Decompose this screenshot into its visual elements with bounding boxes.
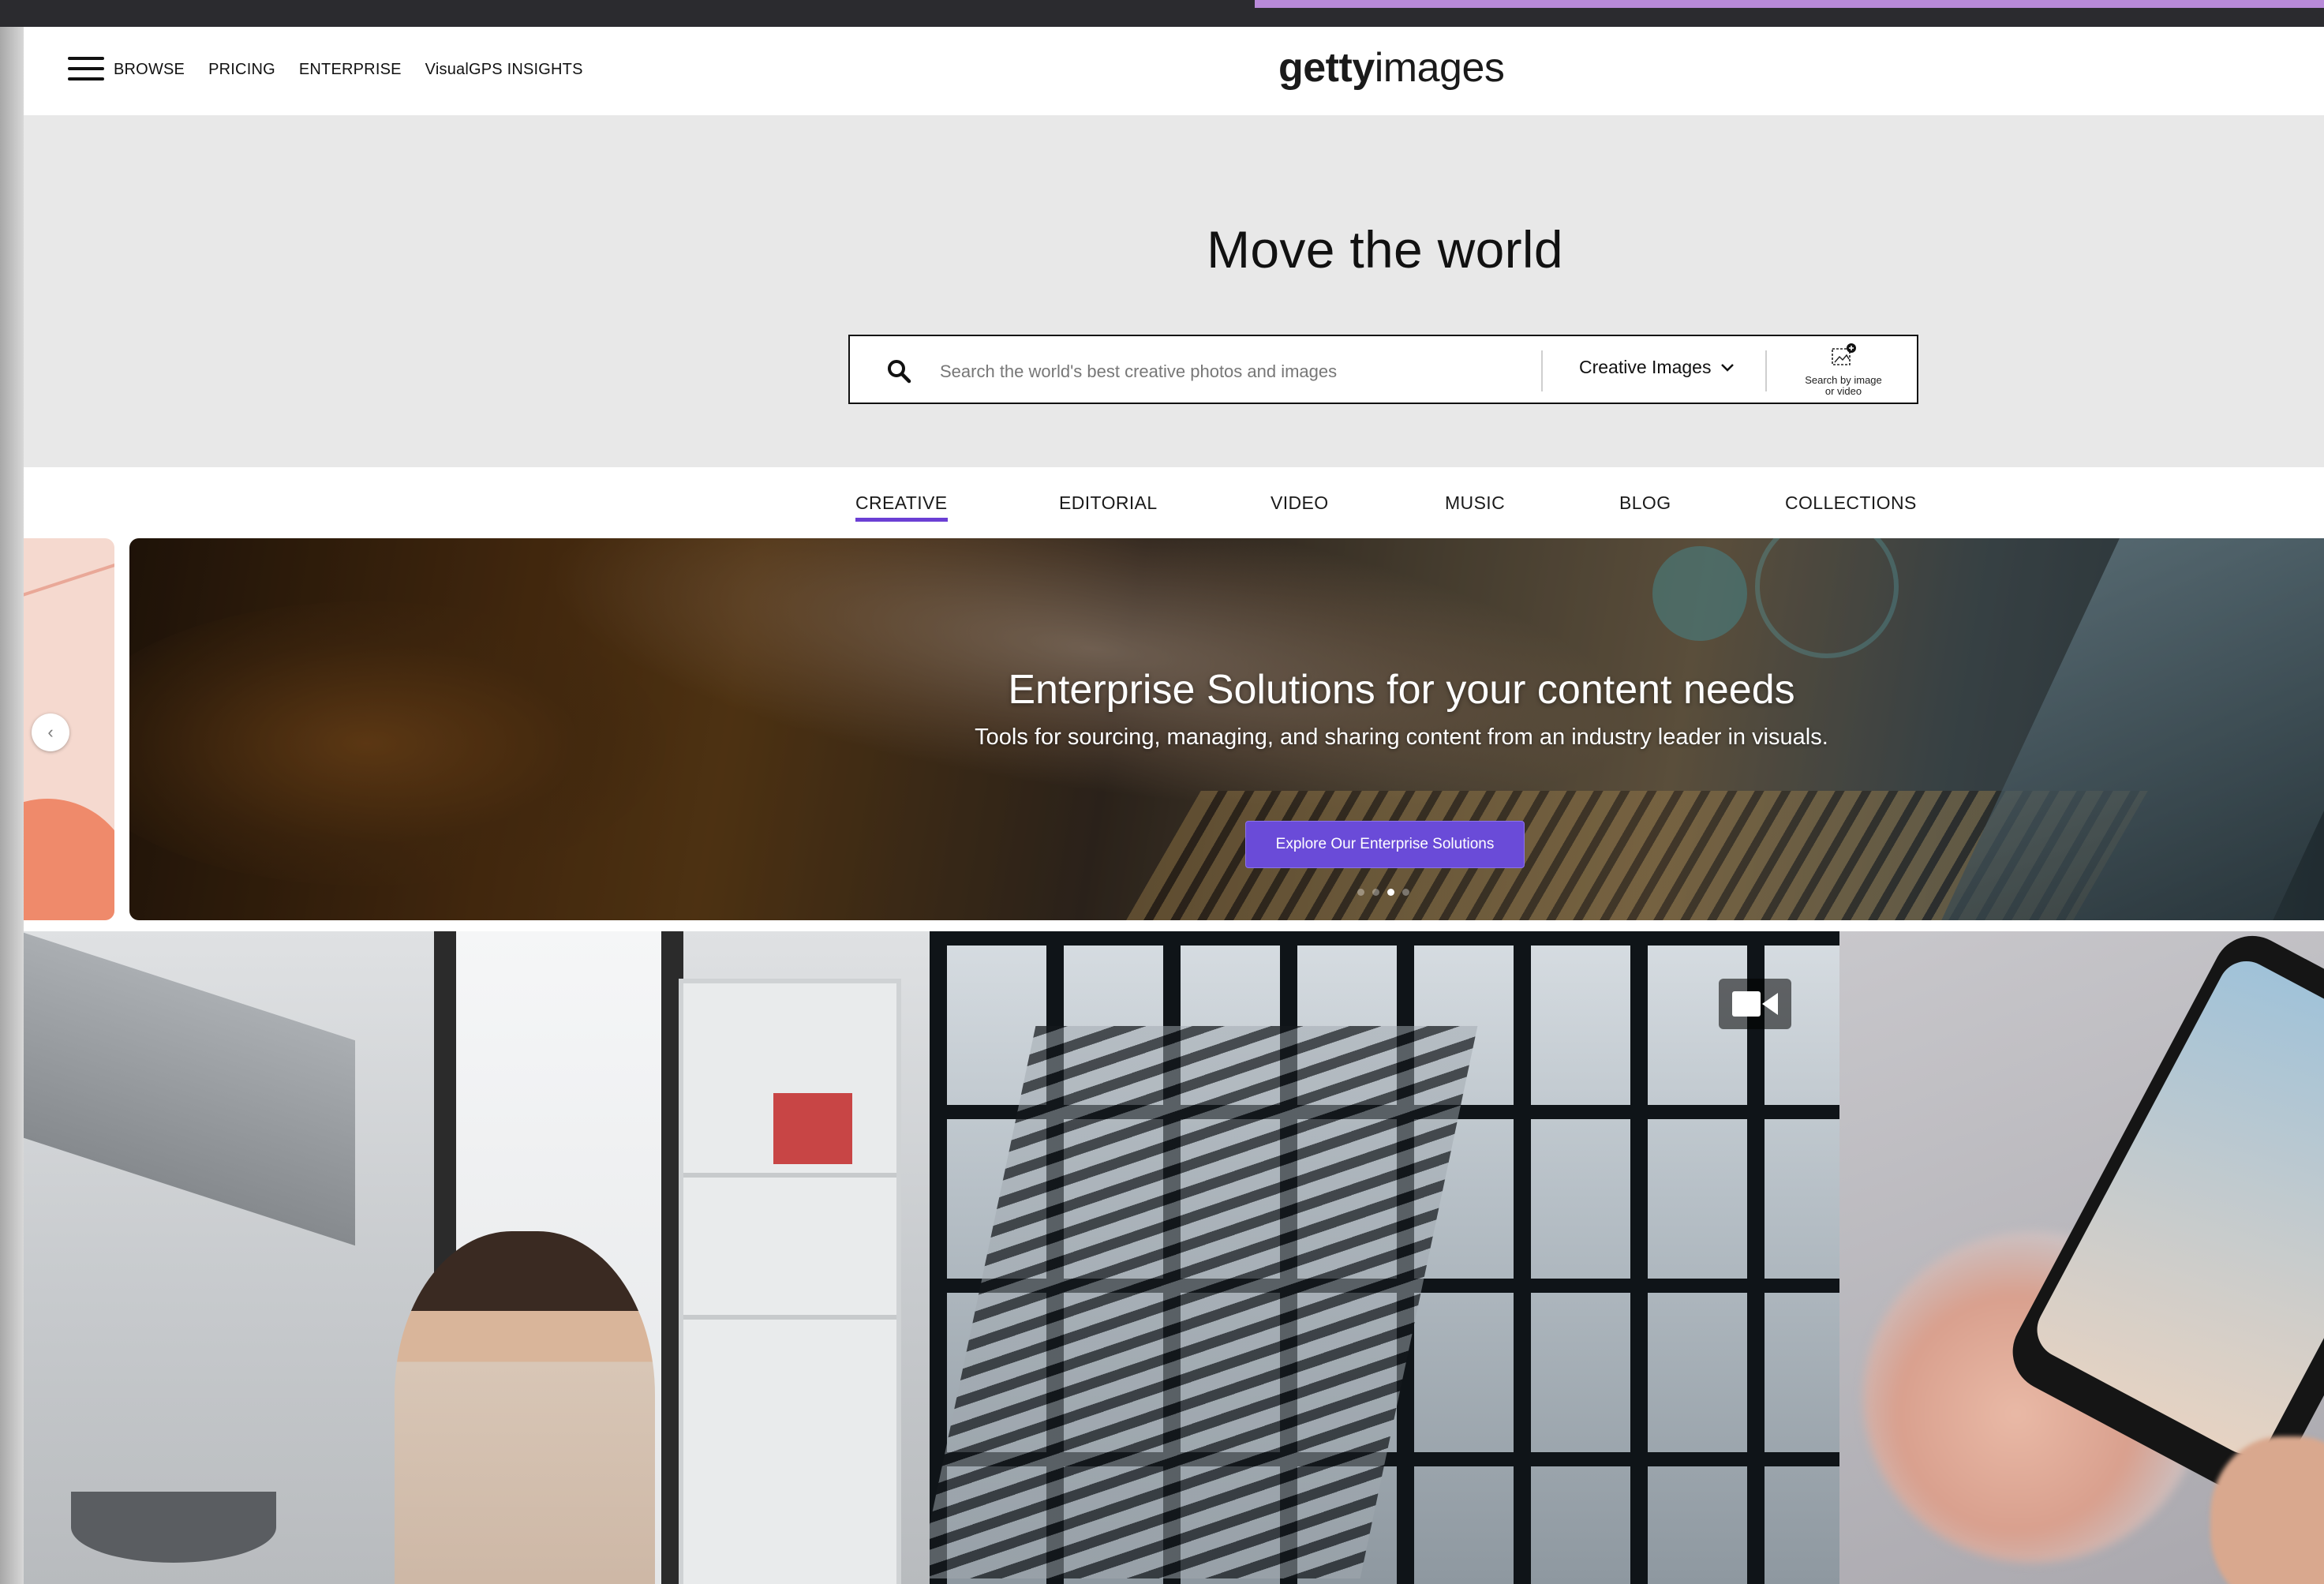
image-type-dropdown[interactable]: Creative Images xyxy=(1579,357,1735,378)
search-by-video-label: or video xyxy=(1824,385,1862,397)
image-tile-baby-phone[interactable] xyxy=(1839,931,2324,1584)
nav-enterprise[interactable]: ENTERPRISE xyxy=(299,58,402,81)
tab-collections[interactable]: COLLECTIONS xyxy=(1785,491,1917,515)
search-divider xyxy=(1541,350,1543,391)
search-icon[interactable] xyxy=(886,358,911,384)
image-type-selected: Creative Images xyxy=(1579,357,1712,377)
image-tile-kitchen[interactable] xyxy=(24,931,930,1584)
video-camera-icon xyxy=(1719,979,1791,1029)
chevron-down-icon xyxy=(1721,363,1735,372)
hero-title: Move the world xyxy=(1207,220,1563,279)
logo-getty: getty xyxy=(1278,45,1375,91)
search-bar: Creative Images Search by image or video xyxy=(848,335,1918,404)
nav-visualgps-insights[interactable]: VisualGPS INSIGHTS xyxy=(425,58,583,81)
search-by-image-label: Search by image xyxy=(1805,374,1882,386)
banner-subtitle: Tools for sourcing, managing, and sharin… xyxy=(975,725,1828,750)
tab-music[interactable]: MUSIC xyxy=(1445,491,1505,515)
tab-blog[interactable]: BLOG xyxy=(1619,491,1671,515)
nav-pricing[interactable]: PRICING xyxy=(208,58,275,81)
carousel-dot[interactable] xyxy=(1402,889,1409,896)
tab-editorial[interactable]: EDITORIAL xyxy=(1059,491,1158,515)
woman-figure xyxy=(395,1231,655,1584)
tab-creative[interactable]: CREATIVE xyxy=(855,491,948,522)
getty-page: BROWSE PRICING ENTERPRISE VisualGPS INSI… xyxy=(24,27,2324,1584)
gettyimages-logo[interactable]: gettyimages xyxy=(1278,43,1505,93)
explore-enterprise-button[interactable]: Explore Our Enterprise Solutions xyxy=(1245,821,1525,868)
carousel-dots xyxy=(1357,889,1409,896)
window-edge xyxy=(0,27,24,1584)
image-search-icon xyxy=(1832,343,1856,365)
content-type-tabs: CREATIVE EDITORIAL VIDEO MUSIC BLOG COLL… xyxy=(24,467,2324,538)
banner-title: Enterprise Solutions for your content ne… xyxy=(1008,667,1795,713)
site-header: BROWSE PRICING ENTERPRISE VisualGPS INSI… xyxy=(24,27,2324,116)
tab-video[interactable]: VIDEO xyxy=(1271,491,1329,515)
search-divider-2 xyxy=(1765,350,1767,391)
hero-section: Move the world Creative Images xyxy=(24,115,2324,467)
browser-top-strip xyxy=(0,0,2324,27)
search-by-image-button[interactable]: Search by image or video xyxy=(1770,343,1917,398)
top-nav: BROWSE PRICING ENTERPRISE VisualGPS INSI… xyxy=(114,58,583,81)
video-tile-building[interactable] xyxy=(930,931,1839,1584)
carousel-dot[interactable] xyxy=(1372,889,1379,896)
carousel-dot-active[interactable] xyxy=(1387,889,1394,896)
nav-browse[interactable]: BROWSE xyxy=(114,58,185,81)
logo-images: images xyxy=(1374,45,1505,91)
search-input[interactable] xyxy=(938,354,1541,390)
browser-accent-bar xyxy=(1255,0,2324,8)
carousel-dot[interactable] xyxy=(1357,889,1364,896)
menu-icon[interactable] xyxy=(68,57,104,82)
